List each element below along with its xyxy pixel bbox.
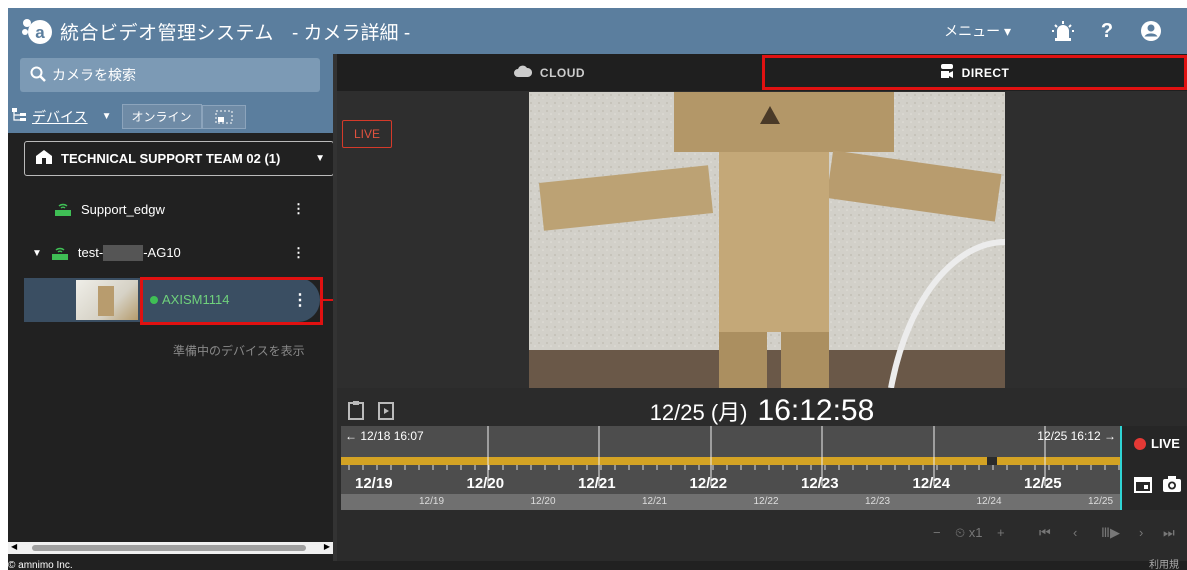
scroll-left-icon[interactable]: ◀ [11, 542, 17, 551]
record-dot-icon [1134, 437, 1146, 450]
chevron-down-icon: ▼ [315, 153, 325, 164]
timeline-range-end[interactable]: 12/25 16:12 → [1037, 429, 1116, 443]
timeline-day-label: 12/19 [355, 475, 393, 492]
scrollbar-thumb[interactable] [32, 545, 306, 551]
tab-cloud[interactable]: CLOUD [337, 54, 762, 91]
copyright-text: © amnimo Inc. [8, 560, 73, 570]
expand-arrow-icon[interactable]: ▼ [32, 248, 42, 259]
timeline-day-label: 12/21 [578, 475, 616, 492]
timeline-day-label: 12/24 [912, 475, 951, 492]
device-node-support-edgw[interactable]: Support_edgw ⋮ [8, 194, 333, 224]
svg-text:a: a [35, 23, 45, 42]
device-selector-label: デバイス [32, 108, 88, 125]
zoom-out-icon[interactable]: − [933, 525, 941, 540]
timeline-overview-label: 12/19 [419, 496, 445, 507]
team-selector[interactable]: TECHNICAL SUPPORT TEAM 02 (1) ▼ [24, 141, 334, 176]
timeline-overview-label: 12/23 [865, 496, 891, 507]
app-logo-icon: a [20, 15, 52, 47]
step-back-icon[interactable]: ‹ [1073, 525, 1077, 540]
chevron-down-icon: ▼ [101, 111, 112, 122]
footer: © amnimo Inc. 利用規 [8, 561, 1187, 570]
app-title: 統合ビデオ管理システム [60, 22, 274, 44]
top-bar: a 統合ビデオ管理システム - カメラ詳細 - メニュー ▾ ? [8, 8, 1187, 54]
camera-search-input[interactable]: カメラを検索 [20, 58, 320, 92]
grid-view-button[interactable] [201, 104, 246, 129]
camera-video-feed[interactable] [529, 92, 1005, 388]
timeline-overview-label: 12/22 [753, 496, 779, 507]
show-preparing-devices-link[interactable]: 準備中のデバイスを表示 [173, 342, 305, 359]
more-options-icon[interactable]: ⋮ [292, 201, 305, 217]
menu-button[interactable]: メニュー ▾ [944, 21, 1011, 41]
highlight-box [762, 55, 1187, 90]
play-icon[interactable]: Ⅲ▶ [1101, 525, 1120, 541]
terms-link[interactable]: 利用規 [1149, 561, 1179, 570]
device-selector[interactable]: デバイス ▼ オンライン [12, 104, 246, 129]
alarm-icon[interactable] [1041, 20, 1085, 42]
redacted-block [103, 245, 144, 262]
timeline-overview-label: 12/24 [976, 496, 1002, 507]
building-icon [35, 149, 53, 168]
current-time: 16:12:58 [757, 394, 875, 427]
zoom-in-icon[interactable]: + [997, 525, 1005, 540]
search-icon [30, 66, 46, 85]
timeline-track [341, 426, 1122, 510]
cloud-icon [513, 65, 532, 80]
scroll-right-icon[interactable]: ▶ [324, 542, 330, 551]
video-frame-image [529, 92, 1005, 388]
device-node-label: test- -AG10 [77, 244, 181, 262]
current-date: 12/25 (月) [649, 400, 748, 425]
timeline[interactable]: ← 12/18 16:07 12/25 16:12 → 12/19 12/19 12… [341, 426, 1122, 510]
timeline-overview-label: 12/20 [530, 496, 556, 507]
timeline-day-label: 12/25 [1024, 475, 1062, 492]
calendar-icon[interactable] [1134, 475, 1152, 498]
router-icon [53, 199, 73, 220]
playback-controls: 12/25 (月) 16:12:58 ← 12/18 16:07 12/25 16… [337, 388, 1187, 564]
skip-end-icon[interactable]: ⏭ [1163, 525, 1175, 541]
timeline-day-label: 12/23 [801, 475, 839, 492]
camera-thumbnail [76, 280, 138, 320]
timeline-day-label: 12/22 [689, 475, 728, 492]
timeline-overview-label: 12/21 [642, 496, 668, 507]
sidebar: カメラを検索 デバイス ▼ オンライン TECHNICAL SUPPORT TE… [8, 54, 334, 564]
device-node-test-ag10[interactable]: ▼ test- -AG10 ⋮ [8, 238, 333, 268]
timeline-range-start[interactable]: ← 12/18 16:07 [345, 429, 424, 443]
account-icon[interactable] [1129, 20, 1173, 42]
team-name: TECHNICAL SUPPORT TEAM 02 (1) [61, 151, 281, 166]
more-options-icon[interactable]: ⋮ [292, 245, 305, 261]
device-node-label: Support_edgw [81, 201, 165, 217]
router-icon [50, 243, 70, 264]
live-badge[interactable]: LIVE [342, 120, 392, 148]
sidebar-header: カメラを検索 デバイス ▼ オンライン [8, 54, 333, 133]
highlight-box [140, 277, 323, 325]
timeline-day-label: 12/20 [466, 475, 505, 492]
main-panel: CLOUD DIRECT LIVE 12/25 (月) 16:12:58 ← 1… [337, 54, 1187, 564]
help-icon[interactable]: ? [1085, 20, 1129, 43]
tree-icon [12, 108, 26, 125]
timeline-overview-label: 12/25 [1088, 496, 1114, 507]
app-root: a 統合ビデオ管理システム - カメラ詳細 - メニュー ▾ ? カメラを検索 … [0, 0, 1187, 570]
step-forward-icon[interactable]: › [1139, 525, 1143, 540]
current-datetime: 12/25 (月) 16:12:58 [337, 394, 1187, 428]
page-subtitle: - カメラ詳細 - [291, 22, 411, 44]
speed-indicator[interactable]: ⏲ x1 [955, 525, 983, 541]
snapshot-camera-icon[interactable] [1162, 475, 1182, 498]
online-filter-button[interactable]: オンライン [121, 104, 202, 129]
live-button[interactable]: LIVE [1134, 436, 1180, 451]
horizontal-scrollbar[interactable]: ◀ ▶ [8, 542, 333, 554]
live-controls: LIVE [1122, 426, 1187, 510]
skip-start-icon[interactable]: ⏮ [1039, 525, 1051, 541]
playback-toolbar: − ⏲ x1 + ⏮ ‹ Ⅲ▶ › ⏭ [337, 510, 1187, 564]
